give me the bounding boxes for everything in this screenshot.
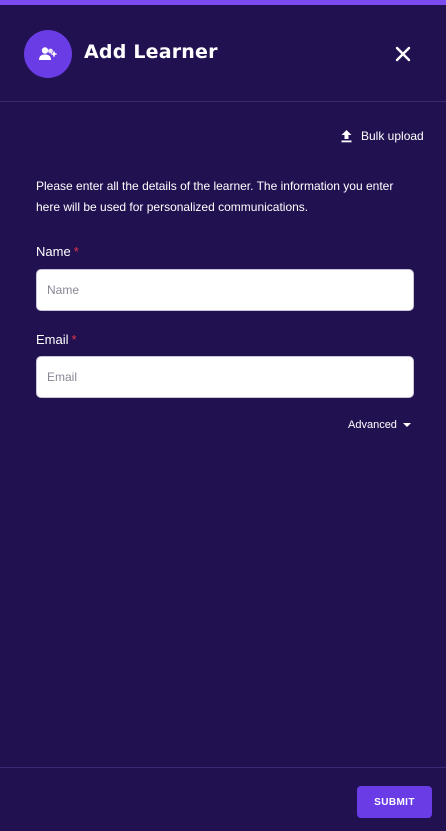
add-user-icon bbox=[24, 30, 72, 78]
page-title: Add Learner bbox=[84, 41, 218, 63]
name-label-text: Name bbox=[36, 244, 71, 259]
name-field-label: Name * bbox=[36, 244, 79, 259]
email-label-text: Email bbox=[36, 332, 69, 347]
close-icon bbox=[395, 46, 411, 62]
email-field-label: Email * bbox=[36, 332, 77, 347]
name-required-marker: * bbox=[73, 244, 79, 259]
submit-button[interactable]: SUBMIT bbox=[357, 786, 432, 818]
email-required-marker: * bbox=[71, 332, 77, 347]
bulk-upload-link[interactable]: Bulk upload bbox=[340, 127, 424, 145]
close-button[interactable] bbox=[390, 41, 416, 67]
caret-down-icon bbox=[402, 423, 411, 427]
footer-divider bbox=[0, 767, 446, 768]
advanced-label: Advanced bbox=[348, 419, 397, 431]
bulk-upload-label: Bulk upload bbox=[361, 129, 424, 143]
name-input[interactable] bbox=[36, 269, 414, 311]
email-input[interactable] bbox=[36, 356, 414, 398]
advanced-toggle[interactable]: Advanced bbox=[348, 418, 411, 432]
drawer-header: Add Learner bbox=[0, 5, 446, 102]
upload-icon bbox=[341, 130, 352, 143]
form-description: Please enter all the details of the lear… bbox=[36, 179, 394, 214]
